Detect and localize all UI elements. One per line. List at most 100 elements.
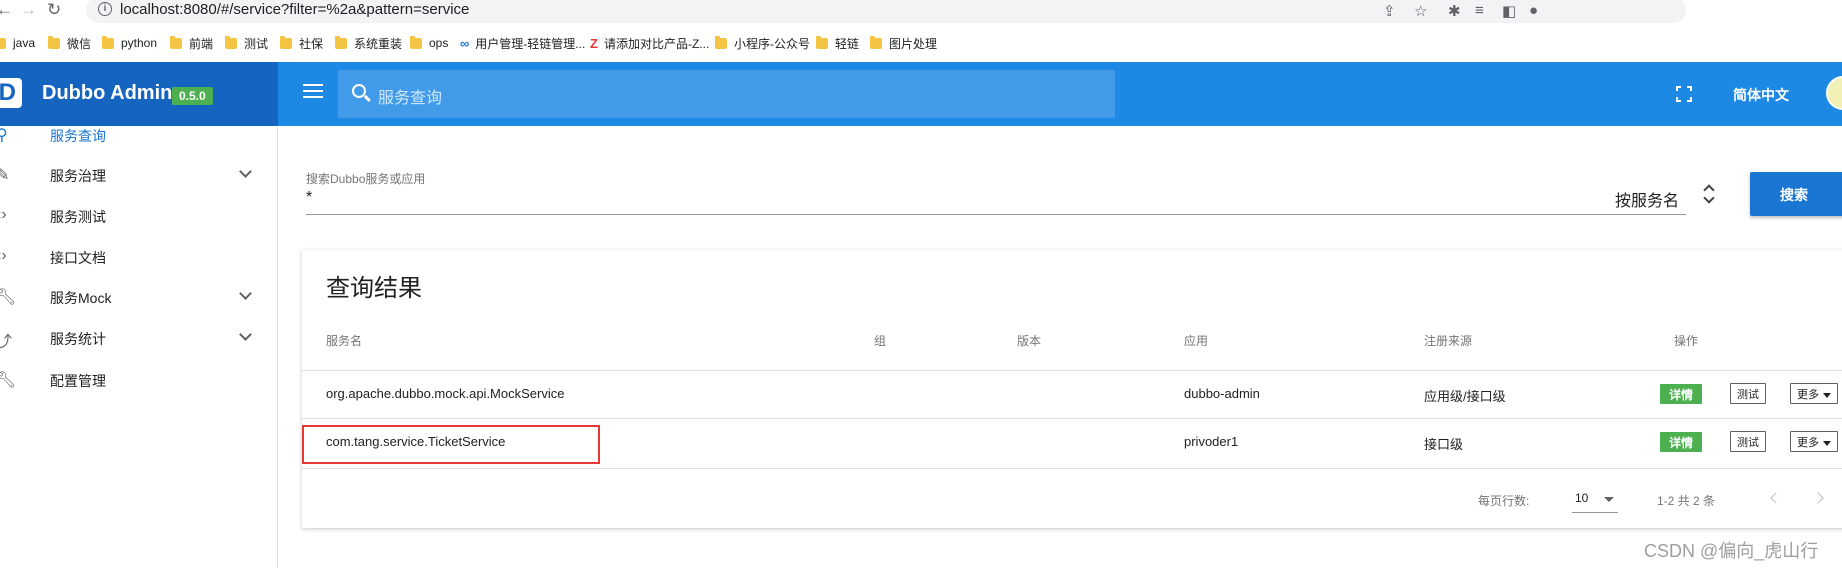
bookmark-star-icon[interactable]: ☆	[1414, 2, 1427, 20]
bookmark-qinglian[interactable]: 轻链	[816, 34, 859, 52]
code-icon: ‹›	[0, 247, 7, 264]
sidebar-item-label: 服务Mock	[50, 290, 112, 306]
caret-down-icon	[1823, 392, 1831, 398]
column-header-app[interactable]: 应用	[1184, 332, 1208, 349]
folder-icon	[280, 35, 292, 49]
sidebar-item-label: 配置管理	[50, 373, 106, 389]
folder-icon	[0, 37, 6, 49]
folder-icon	[410, 35, 422, 49]
sidebar-item-config-management[interactable]: 🔧︎ 配置管理	[0, 356, 277, 404]
results-card: 查询结果 服务名 组 版本 应用 注册来源 操作 org.apache.dubb…	[302, 250, 1842, 528]
extensions-icon[interactable]: ✱	[1448, 2, 1461, 20]
search-button[interactable]: 搜索	[1750, 172, 1842, 216]
bookmark-mini-program[interactable]: 小程序-公众号	[715, 34, 810, 52]
bookmark-frontend[interactable]: 前端	[170, 34, 213, 52]
bookmark-compare-products[interactable]: Z 请添加对比产品-Z...	[590, 34, 709, 52]
site-icon: ∞	[460, 35, 470, 51]
search-type-value: 按服务名	[1615, 193, 1680, 210]
search-type-select[interactable]: 按服务名	[1615, 183, 1685, 215]
folder-icon	[225, 35, 237, 49]
avatar[interactable]	[1826, 76, 1842, 110]
back-icon[interactable]: ←	[0, 0, 13, 20]
chevron-down-icon	[239, 165, 252, 178]
bookmark-python[interactable]: python	[102, 34, 157, 52]
pencil-icon: ✎	[0, 167, 10, 184]
service-name-cell: org.apache.dubbo.mock.api.MockService	[326, 386, 565, 401]
global-search-input[interactable]: 服务查询	[338, 70, 1115, 118]
rows-per-page-select[interactable]: 10	[1572, 485, 1618, 513]
chevron-left-icon[interactable]	[1770, 492, 1782, 504]
folder-icon	[816, 35, 828, 49]
sidebar-item-label: 服务治理	[50, 168, 106, 184]
table-row: org.apache.dubbo.mock.api.MockService du…	[302, 370, 1842, 418]
column-header-source[interactable]: 注册来源	[1424, 332, 1472, 349]
folder-icon	[170, 35, 182, 49]
results-title: 查询结果	[326, 275, 422, 302]
site-info-icon[interactable]: i	[98, 2, 112, 16]
reading-list-icon[interactable]: ≡	[1475, 2, 1484, 19]
caret-down-icon	[1823, 440, 1831, 446]
column-header-group[interactable]: 组	[874, 332, 886, 349]
detail-button[interactable]: 详情	[1660, 432, 1703, 452]
folder-icon	[48, 35, 60, 49]
folder-icon	[102, 35, 114, 49]
bookmarks-bar: java 微信 python 前端 测试 社保 系统重装 ops ∞ 用户管理-轻…	[0, 30, 1842, 56]
chevron-right-icon[interactable]	[1812, 492, 1824, 504]
search-icon: ⚲	[0, 127, 8, 144]
bookmark-social-security[interactable]: 社保	[280, 34, 323, 52]
search-icon	[352, 84, 366, 98]
sidebar-item-label: 服务测试	[50, 209, 106, 225]
forward-icon[interactable]: →	[20, 0, 37, 20]
pagination: 每页行数: 10 1-2 共 2 条	[302, 468, 1842, 528]
column-header-version[interactable]: 版本	[1017, 332, 1041, 349]
column-header-service[interactable]: 服务名	[326, 332, 362, 349]
bookmark-system-reinstall[interactable]: 系统重装	[335, 34, 402, 52]
profile-icon[interactable]: ●	[1529, 2, 1538, 19]
chevron-down-icon	[239, 287, 252, 300]
page-range: 1-2 共 2 条	[1657, 494, 1716, 508]
sidebar-item-label: 接口文档	[50, 250, 106, 266]
address-bar[interactable]: i localhost:8080/#/service?filter=%2a&pa…	[86, 0, 1686, 23]
more-button[interactable]: 更多	[1790, 383, 1838, 404]
sidebar-item-service-stats[interactable]: ⤴ 服务统计	[0, 314, 277, 362]
menu-hamburger-icon[interactable]	[303, 84, 323, 100]
more-button[interactable]: 更多	[1790, 431, 1838, 452]
sidebar: ⚲ 服务查询 ✎ 服务治理 ‹› 服务测试 ‹› 接口文档 🔧︎ 服务Mock …	[0, 126, 278, 568]
fullscreen-icon[interactable]	[1676, 86, 1692, 102]
service-search-input[interactable]: 搜索Dubbo服务或应用 *	[306, 170, 1686, 215]
column-header-actions: 操作	[1674, 334, 1699, 348]
unfold-icon[interactable]	[1702, 182, 1716, 206]
side-panel-icon[interactable]: ◧	[1502, 2, 1516, 20]
bookmark-user-management[interactable]: ∞ 用户管理-轻链管理...	[460, 34, 585, 52]
language-button[interactable]: 简体中文	[1733, 85, 1789, 105]
bookmark-image-processing[interactable]: 图片处理	[870, 34, 937, 52]
caret-down-icon	[1604, 497, 1614, 502]
browser-toolbar: ← → ↻ i localhost:8080/#/service?filter=…	[0, 0, 1842, 23]
rows-per-page-value: 10	[1575, 491, 1589, 505]
wrench-icon: 🔧︎	[0, 289, 17, 306]
test-button[interactable]: 测试	[1730, 383, 1766, 404]
test-button[interactable]: 测试	[1730, 431, 1766, 452]
wrench-icon: 🔧︎	[0, 372, 17, 389]
chevron-down-icon	[239, 328, 252, 341]
app-cell: privoder1	[1184, 434, 1239, 449]
bookmark-test[interactable]: 测试	[225, 34, 268, 52]
detail-button[interactable]: 详情	[1660, 384, 1703, 404]
code-icon: ‹›	[0, 206, 7, 223]
watermark: CSDN @偏向_虎山行	[1644, 541, 1819, 561]
address-url[interactable]: localhost:8080/#/service?filter=%2a&patt…	[120, 1, 469, 18]
share-icon[interactable]: ⇪	[1383, 2, 1396, 20]
chart-line-icon: ⤴	[0, 334, 13, 351]
bookmark-java[interactable]: java	[0, 34, 35, 52]
highlight-box	[302, 425, 600, 464]
source-cell: 接口级	[1424, 437, 1464, 452]
sidebar-item-label: 服务查询	[50, 128, 106, 144]
search-field-value[interactable]: *	[306, 189, 312, 207]
folder-icon	[335, 35, 347, 49]
version-badge: 0.5.0	[172, 87, 213, 105]
reload-icon[interactable]: ↻	[47, 0, 61, 20]
bookmark-ops[interactable]: ops	[410, 34, 448, 52]
rows-per-page-label: 每页行数:	[1478, 494, 1530, 508]
folder-icon	[715, 35, 727, 49]
bookmark-wechat[interactable]: 微信	[48, 34, 91, 52]
